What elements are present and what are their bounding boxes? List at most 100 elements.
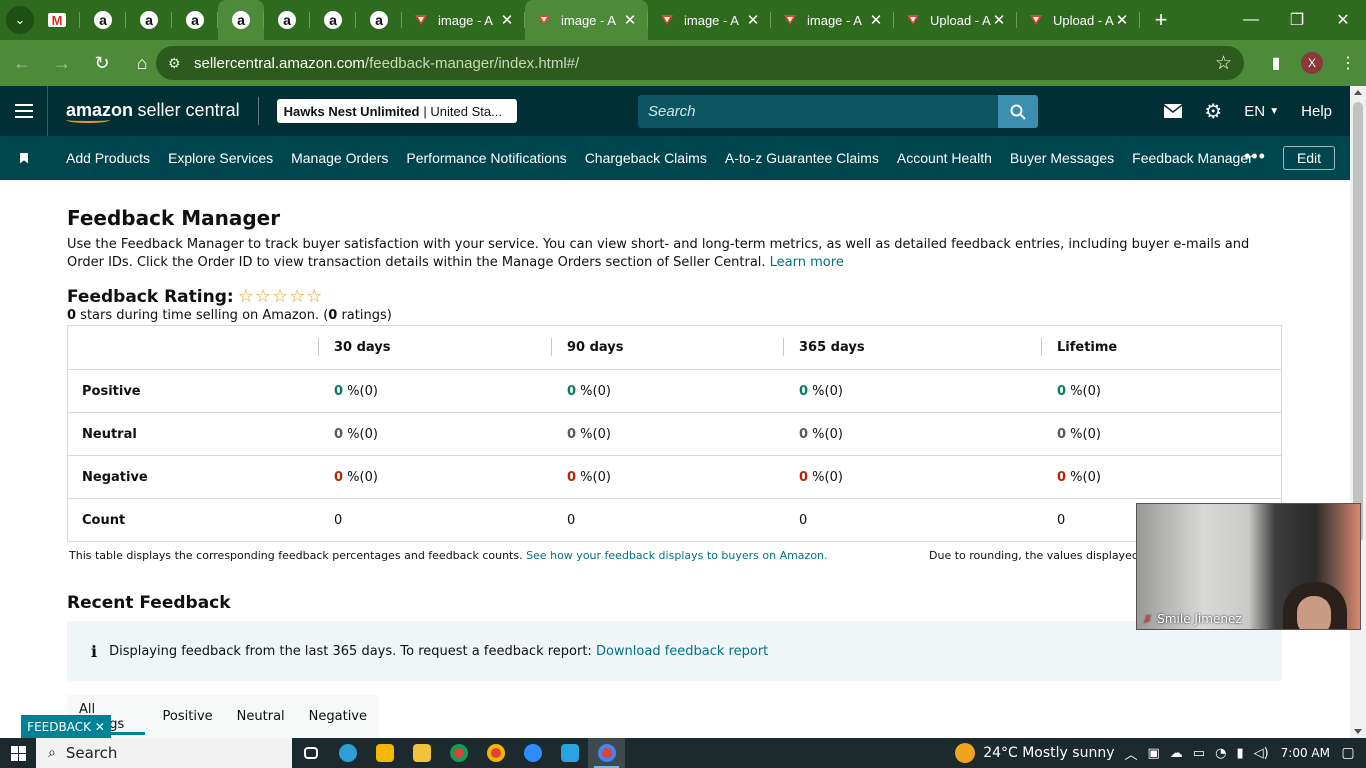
- gear-icon[interactable]: ⚙: [1204, 99, 1222, 124]
- battery-icon[interactable]: ▭: [1193, 746, 1205, 761]
- nav-buyer-messages[interactable]: Buyer Messages: [1010, 150, 1114, 166]
- pinned-tab-amazon-3[interactable]: a: [172, 0, 218, 40]
- close-icon[interactable]: ✕: [1114, 11, 1130, 29]
- side-panel-icon[interactable]: ▮: [1258, 45, 1294, 81]
- pinned-tab-gmail[interactable]: M: [34, 0, 80, 40]
- intro-text: Use the Feedback Manager to track buyer …: [67, 236, 1277, 272]
- header-right: ⚙ EN ▼ Help: [1142, 86, 1332, 136]
- hamburger-menu-icon[interactable]: [0, 86, 48, 136]
- task-view-icon[interactable]: [292, 738, 329, 768]
- close-icon[interactable]: ✕: [991, 11, 1007, 29]
- pinned-tab-amazon-6[interactable]: a: [310, 0, 356, 40]
- tab-search-button[interactable]: ⌄: [6, 6, 34, 34]
- feedback-button[interactable]: FEEDBACK ✕: [21, 715, 111, 738]
- taskbar-search[interactable]: ⌕ Search: [36, 738, 292, 768]
- reload-icon[interactable]: ↻: [84, 45, 120, 81]
- close-icon[interactable]: ✕: [868, 11, 884, 29]
- bookmark-star-icon[interactable]: ☆: [1215, 52, 1232, 75]
- browser-tab[interactable]: Upload - A ✕: [1017, 0, 1140, 40]
- search-icon[interactable]: [998, 95, 1038, 128]
- weather-text[interactable]: 24°C Mostly sunny: [983, 745, 1114, 761]
- learn-more-link[interactable]: Learn more: [770, 255, 844, 270]
- pinned-tab-amazon-7[interactable]: a: [356, 0, 402, 40]
- table-cell: 0: [567, 512, 576, 528]
- chrome-icon[interactable]: [440, 738, 477, 768]
- clock[interactable]: 7:00 AM: [1281, 746, 1330, 760]
- browser-tab[interactable]: image - A ✕: [525, 0, 648, 40]
- account-switcher[interactable]: Hawks Nest Unlimited | United Sta...: [276, 99, 517, 123]
- edit-nav-button[interactable]: Edit: [1283, 146, 1335, 170]
- nav-add-products[interactable]: Add Products: [66, 150, 150, 166]
- windows-start-icon[interactable]: [0, 738, 36, 768]
- meet-now-icon[interactable]: ▣: [1148, 746, 1160, 761]
- url-text: sellercentral.amazon.com/feedback-manage…: [194, 55, 579, 72]
- zoom-icon[interactable]: [514, 738, 551, 768]
- nav-explore-services[interactable]: Explore Services: [168, 150, 273, 166]
- notifications-icon[interactable]: ▢: [1330, 745, 1366, 761]
- nav-account-health[interactable]: Account Health: [897, 150, 992, 166]
- tab-neutral[interactable]: Neutral: [225, 695, 297, 738]
- store-icon[interactable]: [366, 738, 403, 768]
- chrome-icon[interactable]: [588, 738, 625, 768]
- tab-positive[interactable]: Positive: [151, 695, 225, 738]
- pinned-tab-amazon-2[interactable]: a: [126, 0, 172, 40]
- microphone-icon[interactable]: ▮: [1236, 746, 1243, 761]
- amazon-red-icon: [907, 15, 919, 25]
- close-icon[interactable]: ✕: [622, 11, 638, 29]
- muted-mic-icon: ✗: [1143, 612, 1153, 626]
- back-arrow-icon[interactable]: ←: [4, 45, 40, 81]
- close-window-icon[interactable]: ✕: [1320, 0, 1366, 40]
- scrollbar-thumb[interactable]: [1353, 102, 1363, 542]
- search-input[interactable]: [638, 95, 998, 128]
- chrome-icon[interactable]: [477, 738, 514, 768]
- help-link[interactable]: Help: [1301, 103, 1332, 120]
- nav-feedback-manager[interactable]: Feedback Manager: [1132, 150, 1253, 166]
- browser-tab[interactable]: image - A ✕: [771, 0, 894, 40]
- new-tab-button[interactable]: +: [1146, 5, 1176, 35]
- file-explorer-icon[interactable]: [403, 738, 440, 768]
- forward-arrow-icon[interactable]: →: [44, 45, 80, 81]
- nav-chargeback-claims[interactable]: Chargeback Claims: [585, 150, 707, 166]
- pinned-tab-amazon-5[interactable]: a: [264, 0, 310, 40]
- bookmark-icon[interactable]: [0, 152, 48, 164]
- mail-icon[interactable]: [1164, 104, 1183, 118]
- table-row-positive: Positive 0 %(0) 0 %(0) 0 %(0) 0 %(0): [68, 369, 1281, 412]
- restore-icon[interactable]: ❐: [1274, 0, 1320, 40]
- minimize-icon[interactable]: —: [1228, 0, 1274, 40]
- scroll-up-icon[interactable]: [1354, 90, 1362, 95]
- browser-tab[interactable]: Upload - A ✕: [894, 0, 1017, 40]
- close-icon[interactable]: ✕: [499, 11, 515, 29]
- browser-tab[interactable]: image - A ✕: [402, 0, 525, 40]
- page-scrollbar[interactable]: [1350, 86, 1366, 738]
- telegram-icon[interactable]: [551, 738, 588, 768]
- language-selector[interactable]: EN ▼: [1244, 103, 1279, 120]
- table-cell: 0 %(0): [799, 469, 843, 485]
- edge-icon[interactable]: [329, 738, 366, 768]
- rating-label: Feedback Rating:: [67, 286, 234, 307]
- table-header-row: 30 days 90 days 365 days Lifetime: [68, 326, 1281, 369]
- nav-performance-notifications[interactable]: Performance Notifications: [406, 150, 566, 166]
- onedrive-icon[interactable]: ☁: [1170, 746, 1183, 761]
- chevron-up-icon[interactable]: ︿: [1124, 744, 1137, 763]
- browser-menu-icon[interactable]: ⋮: [1330, 45, 1366, 81]
- amazon-icon: a: [186, 11, 204, 29]
- home-icon[interactable]: ⌂: [124, 45, 160, 81]
- pinned-tab-amazon-1[interactable]: a: [80, 0, 126, 40]
- nav-manage-orders[interactable]: Manage Orders: [291, 150, 388, 166]
- wifi-icon[interactable]: ◔: [1215, 746, 1226, 761]
- address-bar[interactable]: ⚙ sellercentral.amazon.com/feedback-mana…: [156, 46, 1244, 80]
- browser-tab[interactable]: image - A ✕: [648, 0, 771, 40]
- amazon-seller-central-logo[interactable]: amazon seller central: [66, 100, 240, 123]
- volume-icon[interactable]: ◁): [1254, 746, 1269, 761]
- feedback-display-link[interactable]: See how your feedback displays to buyers…: [526, 549, 827, 562]
- more-icon[interactable]: •••: [1244, 146, 1266, 167]
- close-icon[interactable]: ✕: [745, 11, 761, 29]
- download-report-link[interactable]: Download feedback report: [596, 644, 768, 659]
- tab-negative[interactable]: Negative: [297, 695, 379, 738]
- pinned-tab-amazon-4[interactable]: a: [218, 0, 264, 40]
- nav-a-to-z-claims[interactable]: A-to-z Guarantee Claims: [725, 150, 879, 166]
- scroll-down-icon[interactable]: [1354, 729, 1362, 734]
- video-call-overlay[interactable]: ✗ Smile Jimenez: [1136, 503, 1361, 630]
- site-info-icon[interactable]: ⚙: [168, 55, 188, 72]
- profile-button[interactable]: X: [1294, 45, 1330, 81]
